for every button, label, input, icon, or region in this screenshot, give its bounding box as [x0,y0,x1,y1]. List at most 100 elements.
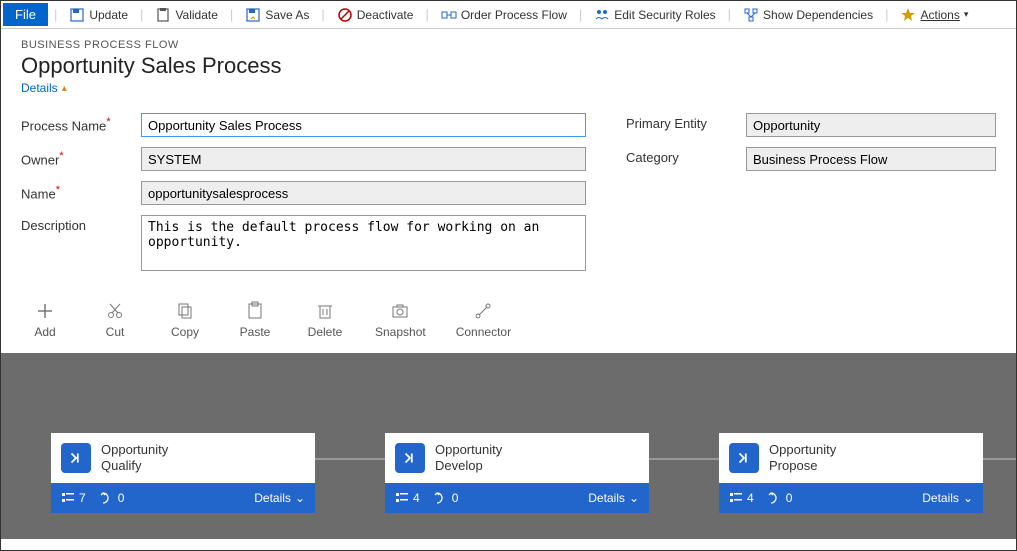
add-label: Add [34,325,55,339]
process-name-input[interactable] [141,113,586,137]
branches-count: 0 [768,491,793,505]
steps-count: 7 [61,491,86,505]
stage-name: OpportunityDevelop [435,442,502,473]
steps-count: 4 [395,491,420,505]
separator: | [879,7,894,22]
chevron-up-icon: ▴ [62,83,67,94]
security-icon [594,7,610,23]
separator: | [419,7,434,22]
connector-label: Connector [456,325,511,339]
clipboard-icon [155,7,171,23]
header: BUSINESS PROCESS FLOW Opportunity Sales … [1,29,1016,95]
category-input[interactable] [746,147,996,171]
stage-footer: 4 0 Details⌄ [719,483,983,513]
flow-icon [441,7,457,23]
primary-entity-label: Primary Entity [626,113,746,131]
copy-button[interactable]: Copy [165,301,205,339]
paste-label: Paste [240,325,271,339]
copy-icon [175,301,195,321]
stage-develop[interactable]: OpportunityDevelop 4 0 Details⌄ [385,433,649,513]
edit-security-label: Edit Security Roles [614,8,715,22]
deactivate-button[interactable]: Deactivate [331,5,420,25]
delete-button[interactable]: Delete [305,301,345,339]
details-button[interactable]: Details⌄ [588,491,639,505]
category-label: Category [626,147,746,165]
connector-line [315,458,385,460]
owner-input[interactable] [141,147,586,171]
stage-qualify[interactable]: OpportunityQualify 7 0 Details⌄ [51,433,315,513]
show-deps-label: Show Dependencies [763,8,873,22]
separator: | [315,7,330,22]
order-flow-button[interactable]: Order Process Flow [435,5,573,25]
plus-icon [35,301,55,321]
separator: | [224,7,239,22]
connector-icon [473,301,493,321]
stage-name: OpportunityPropose [769,442,836,473]
update-button[interactable]: Update [63,5,134,25]
details-link[interactable]: Details ▴ [21,81,67,95]
paste-icon [245,301,265,321]
details-button[interactable]: Details⌄ [922,491,973,505]
chevron-down-icon: ⌄ [629,491,639,505]
add-button[interactable]: Add [25,301,65,339]
process-name-label: Process Name* [21,113,141,133]
description-label: Description [21,215,141,233]
file-button[interactable]: File [3,3,48,26]
chevron-down-icon: ▾ [964,9,969,20]
snapshot-button[interactable]: Snapshot [375,301,426,339]
save-as-icon [245,7,261,23]
actions-label: Actions [920,8,959,22]
connector-button[interactable]: Connector [456,301,511,339]
connector-line [983,458,1016,460]
page-title: Opportunity Sales Process [21,53,996,79]
camera-icon [390,301,410,321]
stage-propose[interactable]: OpportunityPropose 4 0 Details⌄ [719,433,983,513]
separator: | [722,7,737,22]
stage-footer: 7 0 Details⌄ [51,483,315,513]
stage-icon [729,443,759,473]
validate-button[interactable]: Validate [149,5,223,25]
connector-line [649,458,719,460]
update-label: Update [89,8,128,22]
steps-count: 4 [729,491,754,505]
validate-label: Validate [175,8,217,22]
deactivate-icon [337,7,353,23]
deactivate-label: Deactivate [357,8,414,22]
branches-count: 0 [100,491,125,505]
details-label: Details [21,81,58,95]
star-icon [900,7,916,23]
primary-entity-input[interactable] [746,113,996,137]
separator: | [573,7,588,22]
details-button[interactable]: Details⌄ [254,491,305,505]
chevron-down-icon: ⌄ [963,491,973,505]
toolbar: File | Update | Validate | Save As | Dea… [1,1,1016,29]
stage-icon [395,443,425,473]
actions-button[interactable]: Actions ▾ [894,5,974,25]
owner-label: Owner* [21,147,141,167]
stage-header: OpportunityPropose [719,433,983,483]
trash-icon [315,301,335,321]
bpf-label: BUSINESS PROCESS FLOW [21,39,996,51]
separator: | [48,7,63,22]
branches-count: 0 [434,491,459,505]
stage-header: OpportunityDevelop [385,433,649,483]
name-input[interactable] [141,181,586,205]
order-flow-label: Order Process Flow [461,8,567,22]
stage-header: OpportunityQualify [51,433,315,483]
canvas[interactable]: OpportunityQualify 7 0 Details⌄ Opportun… [1,353,1016,539]
actionbar: Add Cut Copy Paste Delete Snapshot Conne… [1,291,1016,353]
stage-footer: 4 0 Details⌄ [385,483,649,513]
snapshot-label: Snapshot [375,325,426,339]
scissors-icon [105,301,125,321]
form-col-left: Process Name* Owner* Name* Description T… [21,113,586,281]
save-as-button[interactable]: Save As [239,5,315,25]
separator: | [134,7,149,22]
cut-button[interactable]: Cut [95,301,135,339]
paste-button[interactable]: Paste [235,301,275,339]
edit-security-button[interactable]: Edit Security Roles [588,5,721,25]
deps-icon [743,7,759,23]
stage-name: OpportunityQualify [101,442,168,473]
description-input[interactable]: This is the default process flow for wor… [141,215,586,271]
stage-icon [61,443,91,473]
show-deps-button[interactable]: Show Dependencies [737,5,879,25]
